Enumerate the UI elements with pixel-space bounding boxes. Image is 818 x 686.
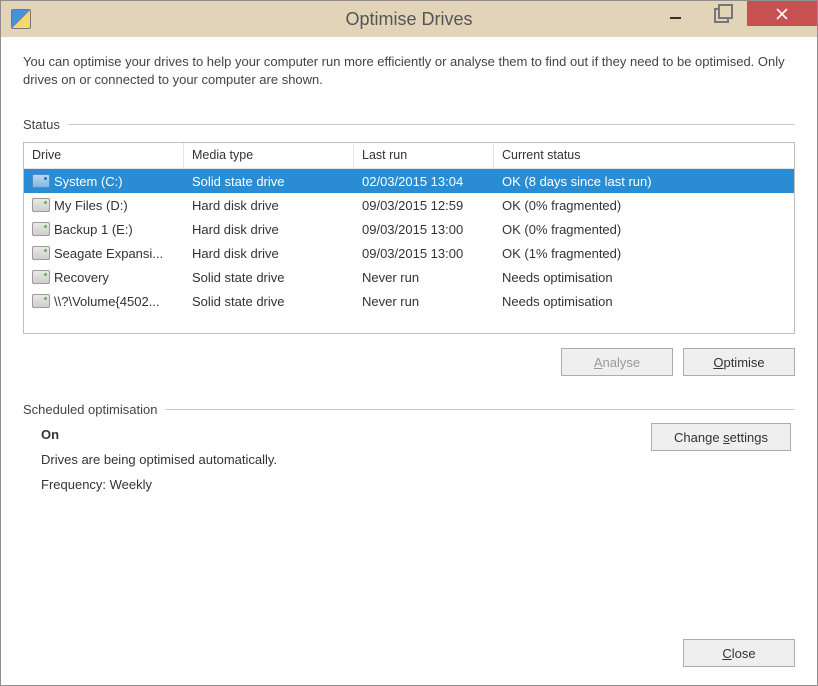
drive-last-run: 09/03/2015 12:59 (354, 198, 494, 213)
col-header-media[interactable]: Media type (184, 143, 354, 169)
drive-icon (32, 174, 50, 188)
table-row[interactable]: Backup 1 (E:) Hard disk drive09/03/2015 1… (24, 217, 794, 241)
scheduled-freq: Frequency: Weekly (41, 473, 631, 498)
drive-status: OK (8 days since last run) (494, 174, 764, 189)
table-row[interactable]: System (C:) Solid state drive02/03/2015 1… (24, 169, 794, 193)
drive-icon (32, 246, 50, 260)
drive-status: Needs optimisation (494, 270, 764, 285)
drive-name: \\?\Volume{4502... (54, 294, 160, 309)
drive-media: Hard disk drive (184, 222, 354, 237)
divider (165, 409, 795, 410)
close-button[interactable]: Close (683, 639, 795, 667)
drive-name: My Files (D:) (54, 198, 128, 213)
drive-last-run: Never run (354, 294, 494, 309)
col-header-last[interactable]: Last run (354, 143, 494, 169)
maximize-button[interactable] (699, 1, 747, 26)
change-settings-button[interactable]: Change settings (651, 423, 791, 451)
status-section-label: Status (23, 117, 795, 132)
drive-name: Seagate Expansi... (54, 246, 163, 261)
table-row[interactable]: \\?\Volume{4502... Solid state driveNever… (24, 289, 794, 313)
minimize-button[interactable] (651, 1, 699, 26)
drive-status: OK (0% fragmented) (494, 198, 764, 213)
intro-text: You can optimise your drives to help you… (23, 53, 795, 89)
drive-media: Hard disk drive (184, 246, 354, 261)
table-row[interactable]: My Files (D:) Hard disk drive09/03/2015 1… (24, 193, 794, 217)
table-row[interactable]: Recovery Solid state driveNever runNeeds … (24, 265, 794, 289)
drive-icon (32, 222, 50, 236)
drives-header: Drive Media type Last run Current status (24, 143, 794, 169)
drive-status: Needs optimisation (494, 294, 764, 309)
col-header-status[interactable]: Current status (494, 143, 794, 169)
drive-last-run: 09/03/2015 13:00 (354, 246, 494, 261)
scheduled-section-label: Scheduled optimisation (23, 402, 795, 417)
drive-name: Recovery (54, 270, 109, 285)
drive-icon (32, 198, 50, 212)
drive-status: OK (0% fragmented) (494, 222, 764, 237)
col-header-drive[interactable]: Drive (24, 143, 184, 169)
close-icon (775, 7, 789, 21)
scheduled-state: On (41, 423, 631, 448)
drive-name: System (C:) (54, 174, 123, 189)
window-buttons (651, 1, 817, 29)
drive-media: Solid state drive (184, 174, 354, 189)
optimise-button[interactable]: Optimise (683, 348, 795, 376)
drive-media: Solid state drive (184, 270, 354, 285)
drive-status: OK (1% fragmented) (494, 246, 764, 261)
analyse-button[interactable]: Analyse (561, 348, 673, 376)
drive-last-run: 09/03/2015 13:00 (354, 222, 494, 237)
scheduled-desc: Drives are being optimised automatically… (41, 448, 631, 473)
scheduled-info: On Drives are being optimised automatica… (41, 423, 631, 497)
drive-media: Solid state drive (184, 294, 354, 309)
app-icon (11, 9, 31, 29)
drives-list[interactable]: Drive Media type Last run Current status… (23, 142, 795, 334)
close-window-button[interactable] (747, 1, 817, 26)
status-label-text: Status (23, 117, 60, 132)
scheduled-label-text: Scheduled optimisation (23, 402, 157, 417)
drive-media: Hard disk drive (184, 198, 354, 213)
drive-icon (32, 270, 50, 284)
drive-icon (32, 294, 50, 308)
drive-name: Backup 1 (E:) (54, 222, 133, 237)
divider (68, 124, 795, 125)
drive-last-run: Never run (354, 270, 494, 285)
table-row[interactable]: Seagate Expansi... Hard disk drive09/03/2… (24, 241, 794, 265)
drive-last-run: 02/03/2015 13:04 (354, 174, 494, 189)
title-bar: Optimise Drives (1, 1, 817, 37)
